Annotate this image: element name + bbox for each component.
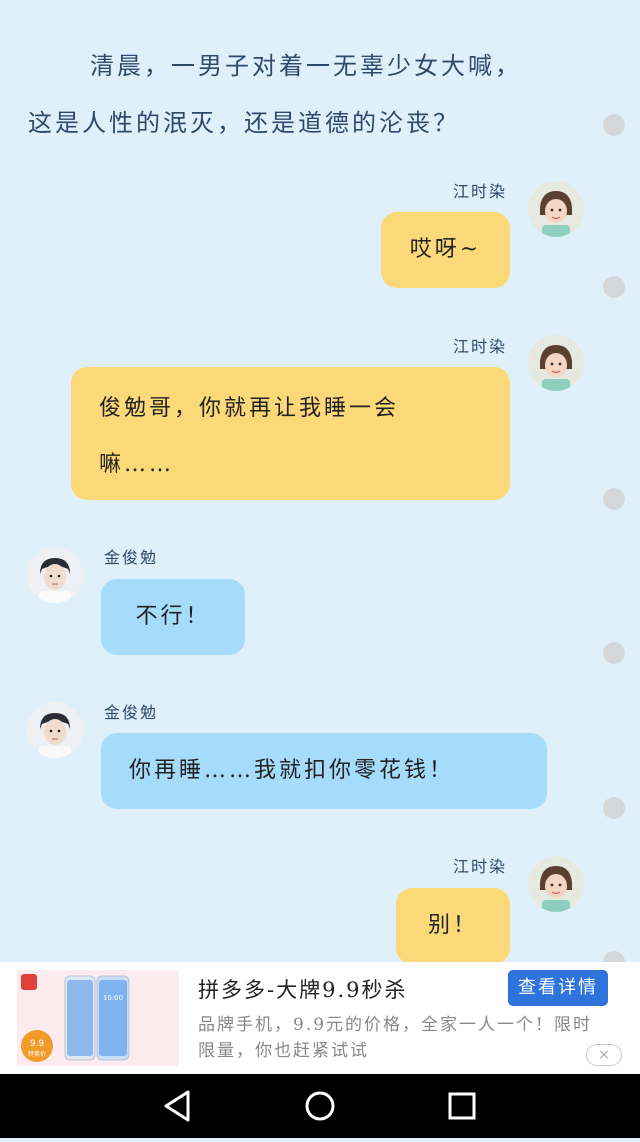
- avatar[interactable]: [528, 856, 584, 912]
- message-bubble[interactable]: 不行！: [101, 579, 245, 655]
- ad-banner[interactable]: 10:00 9.9 特卖价 拼多多-大牌9.9秒杀 查看详情 品牌手机，9.9元…: [0, 962, 640, 1074]
- close-icon[interactable]: ×: [586, 1044, 622, 1066]
- recents-icon[interactable]: [430, 1074, 494, 1138]
- back-icon[interactable]: [146, 1074, 210, 1138]
- sender-name: 江时染: [452, 857, 507, 876]
- sender-name: 金俊勉: [104, 703, 159, 722]
- ad-image[interactable]: 10:00 9.9 特卖价: [17, 970, 179, 1066]
- message-bubble[interactable]: 你再睡……我就扣你零花钱！: [101, 733, 547, 809]
- ad-badge: 9.9: [30, 1039, 45, 1049]
- home-icon[interactable]: [288, 1074, 352, 1138]
- avatar[interactable]: [27, 547, 83, 603]
- scroll-dot: [603, 488, 625, 510]
- sender-name: 江时染: [452, 182, 507, 201]
- intro-line-1: 清晨，一男子对着一无辜少女大喊，: [90, 52, 522, 80]
- scroll-dot: [603, 114, 625, 136]
- intro-line-2: 这是人性的泯灭，还是道德的沦丧？: [28, 109, 460, 137]
- sender-name: 江时染: [452, 337, 507, 356]
- avatar[interactable]: [528, 181, 584, 237]
- scroll-dot: [603, 642, 625, 664]
- message-bubble[interactable]: 别！: [396, 888, 510, 964]
- ad-badge-sub: 特卖价: [28, 1050, 46, 1058]
- ad-description: 品牌手机，9.9元的价格，全家一人一个！限时限量，你也赶紧试试: [198, 1015, 593, 1061]
- message-bubble[interactable]: 哎呀~: [381, 212, 510, 288]
- ad-phone-time: 10:00: [103, 994, 123, 1002]
- navigation-bar: [0, 1074, 640, 1138]
- sender-name: 金俊勉: [104, 548, 159, 567]
- view-details-button[interactable]: 查看详情: [508, 970, 608, 1006]
- avatar[interactable]: [27, 702, 83, 758]
- scroll-dot: [603, 276, 625, 298]
- scroll-dot: [603, 797, 625, 819]
- message-bubble[interactable]: 俊勉哥，你就再让我睡一会嘛……: [71, 367, 510, 500]
- intro-text: 清晨，一男子对着一无辜少女大喊， 这是人性的泯灭，还是道德的沦丧？: [28, 38, 588, 152]
- avatar[interactable]: [528, 335, 584, 391]
- ad-title[interactable]: 拼多多-大牌9.9秒杀: [198, 974, 408, 1004]
